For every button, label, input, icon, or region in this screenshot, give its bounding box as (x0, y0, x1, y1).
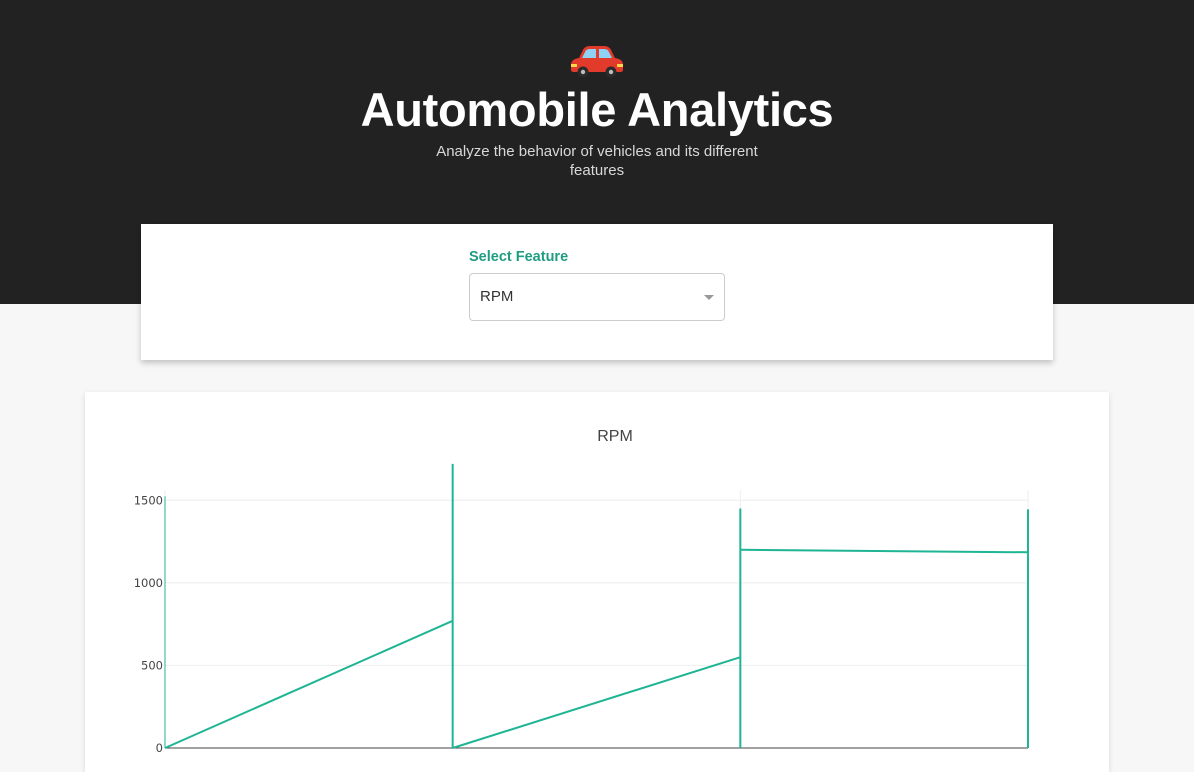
feature-dropdown-value: RPM (480, 288, 514, 305)
page-title: Automobile Analytics (360, 83, 834, 136)
series-line-segment (164, 619, 454, 749)
y-tick-label: 0 (156, 741, 163, 755)
series-line-segment (452, 656, 741, 749)
chart-grid (164, 490, 1029, 749)
rpm-chart: RPM 0 500 1000 1500 (134, 428, 1029, 755)
y-tick-label: 500 (141, 658, 163, 672)
y-axis-ticks: 0 500 1000 1500 (134, 493, 163, 755)
feature-dropdown[interactable]: RPM (469, 273, 725, 321)
chevron-down-icon[interactable] (704, 295, 714, 300)
y-tick-label: 1000 (134, 576, 163, 590)
select-feature-label: Select Feature (469, 249, 569, 265)
y-tick-label: 1500 (134, 493, 163, 507)
car-icon (571, 46, 623, 78)
chart-card: RPM 0 500 1000 1500 (85, 392, 1109, 772)
chart-title: RPM (597, 428, 633, 445)
feature-selector-card: Select Feature RPM (141, 224, 1053, 360)
page-subtitle: Analyze the behavior of vehicles and its… (436, 143, 758, 179)
series-line-segment (740, 548, 1029, 554)
chart-series (164, 463, 1029, 749)
